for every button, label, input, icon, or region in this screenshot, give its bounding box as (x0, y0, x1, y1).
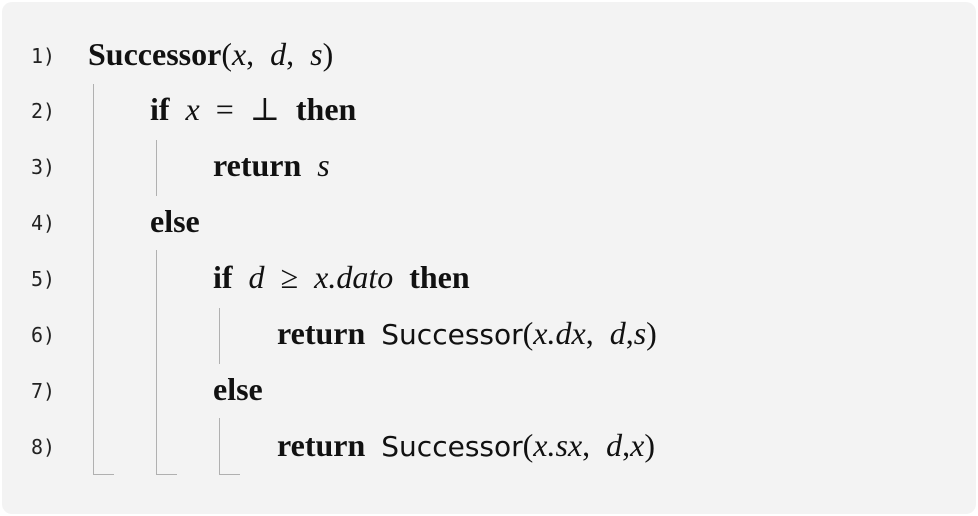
indent-guide-then-2 (219, 308, 220, 364)
param: d (270, 36, 287, 72)
algorithm-panel: 1) 2) 3) 4) 5) 6) 7) 8) Successor(x, d, … (2, 2, 976, 514)
field-access: x.dato (314, 259, 394, 295)
argument: s (633, 315, 647, 351)
variable: s (317, 147, 330, 183)
variable: x (185, 91, 200, 127)
paren: ) (644, 427, 656, 463)
comma: , (585, 315, 594, 351)
line-number: 4) (31, 211, 56, 235)
paren: ( (522, 315, 534, 351)
code-line-1: Successor(x, d, s) (88, 34, 333, 74)
operator: ≥ (280, 259, 299, 295)
argument: x.sx (533, 427, 583, 463)
comma: , (622, 427, 631, 463)
keyword-return: return (213, 147, 302, 183)
function-call: Successor (381, 430, 523, 463)
operator: = (215, 91, 234, 127)
procedure-name: Successor (88, 36, 222, 72)
keyword-then: then (295, 91, 357, 127)
indent-guide-else-2 (219, 418, 240, 475)
code-line-5: if d ≥ x.dato then (213, 257, 470, 297)
param: s (310, 36, 323, 72)
keyword-if: if (213, 259, 233, 295)
line-number: 6) (31, 323, 56, 347)
keyword-then: then (409, 259, 470, 295)
keyword-if: if (150, 91, 170, 127)
code-line-7: else (213, 369, 263, 409)
code-line-3: return s (213, 145, 330, 185)
indent-guide-level-1 (93, 84, 114, 475)
paren: ) (322, 36, 334, 72)
indent-guide-then-1 (156, 140, 157, 196)
code-line-4: else (150, 201, 200, 241)
code-line-2: if x = ⊥ then (150, 89, 356, 129)
param: x (231, 36, 247, 72)
paren: ) (646, 315, 657, 351)
line-number: 8) (31, 435, 56, 459)
line-number: 7) (31, 379, 56, 403)
code-line-6: return Successor(x.dx, d,s) (277, 313, 657, 353)
comma: , (246, 36, 255, 72)
keyword-else: else (150, 203, 200, 239)
code-line-8: return Successor(x.sx, d,x) (277, 425, 655, 465)
indent-guide-else-1 (156, 250, 177, 475)
comma: , (286, 36, 295, 72)
variable: d (248, 259, 265, 295)
keyword-else: else (213, 371, 263, 407)
argument: x (630, 427, 645, 463)
line-number: 5) (31, 267, 56, 291)
line-number: 3) (31, 155, 56, 179)
comma: , (582, 427, 591, 463)
comma: , (625, 315, 634, 351)
argument: d (606, 427, 623, 463)
keyword-return: return (277, 427, 366, 463)
line-number: 2) (31, 99, 56, 123)
argument: x.dx (533, 315, 586, 351)
line-number: 1) (31, 44, 56, 68)
bottom-symbol: ⊥ (249, 91, 280, 127)
paren: ( (522, 427, 534, 463)
argument: d (609, 315, 626, 351)
paren: ( (221, 36, 232, 72)
keyword-return: return (277, 315, 366, 351)
function-call: Successor (381, 318, 523, 351)
